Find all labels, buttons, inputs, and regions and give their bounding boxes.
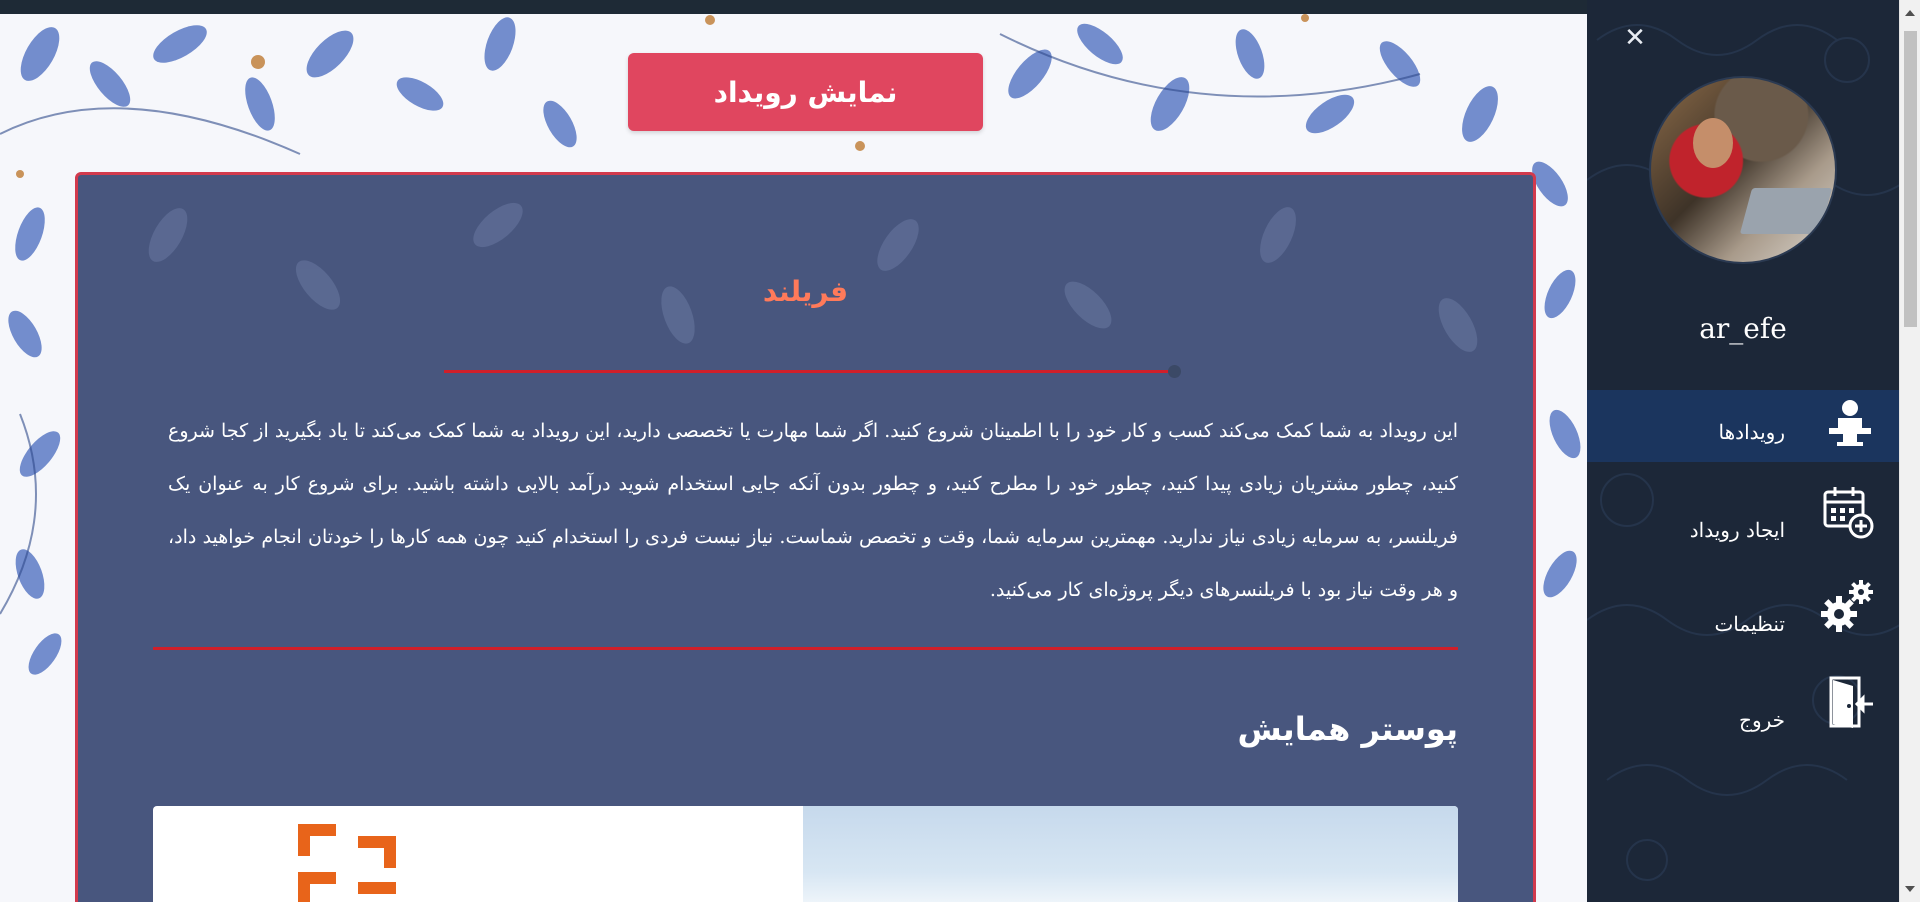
- poster-logo: [298, 824, 396, 902]
- close-sidebar-button[interactable]: ✕: [1621, 24, 1649, 52]
- avatar-laptop: [1739, 188, 1833, 234]
- close-icon: ✕: [1624, 23, 1646, 53]
- avatar-face: [1693, 118, 1733, 168]
- sidebar: ✕ ar_efe رویدادها ایجاد رویداد تنظیمات خ…: [1587, 0, 1899, 902]
- calendar-add-icon: [1823, 487, 1874, 539]
- poster-title: پوستر همایش: [1237, 710, 1458, 748]
- top-bar: [0, 0, 1587, 14]
- sidebar-item-create-event[interactable]: ایجاد رویداد: [1587, 482, 1899, 554]
- header-title: نمایش رویداد: [713, 75, 898, 109]
- scroll-thumb[interactable]: [1904, 31, 1917, 327]
- divider-dot: [1168, 365, 1181, 378]
- logout-door-icon: [1829, 676, 1873, 728]
- gears-icon: [1821, 580, 1873, 632]
- username: ar_efe: [1699, 312, 1787, 345]
- events-icon: [1829, 400, 1871, 446]
- event-description: این رویداد به شما کمک می‌کند کسب و کار خ…: [168, 420, 1458, 601]
- title-divider: [444, 370, 1176, 373]
- scrollbar[interactable]: [1899, 0, 1920, 902]
- sidebar-item-events[interactable]: رویدادها: [1587, 390, 1899, 462]
- section-divider: [153, 647, 1458, 650]
- show-event-header: نمایش رویداد: [628, 53, 983, 131]
- sidebar-item-label: رویدادها: [1718, 420, 1785, 444]
- sidebar-item-label: تنظیمات: [1714, 612, 1785, 636]
- scroll-down-icon[interactable]: [1905, 886, 1915, 892]
- sidebar-item-logout[interactable]: خروج: [1587, 672, 1899, 744]
- event-panel: فریلند این رویداد به شما کمک می‌کند کسب …: [75, 172, 1536, 902]
- scroll-up-icon[interactable]: [1905, 10, 1915, 16]
- event-poster: [153, 806, 1458, 902]
- sidebar-item-settings[interactable]: تنظیمات: [1587, 578, 1899, 650]
- sidebar-item-label: ایجاد رویداد: [1689, 518, 1785, 542]
- avatar[interactable]: [1649, 76, 1837, 264]
- event-title: فریلند: [762, 275, 849, 308]
- sidebar-item-label: خروج: [1739, 708, 1785, 732]
- poster-photo: [803, 806, 1458, 902]
